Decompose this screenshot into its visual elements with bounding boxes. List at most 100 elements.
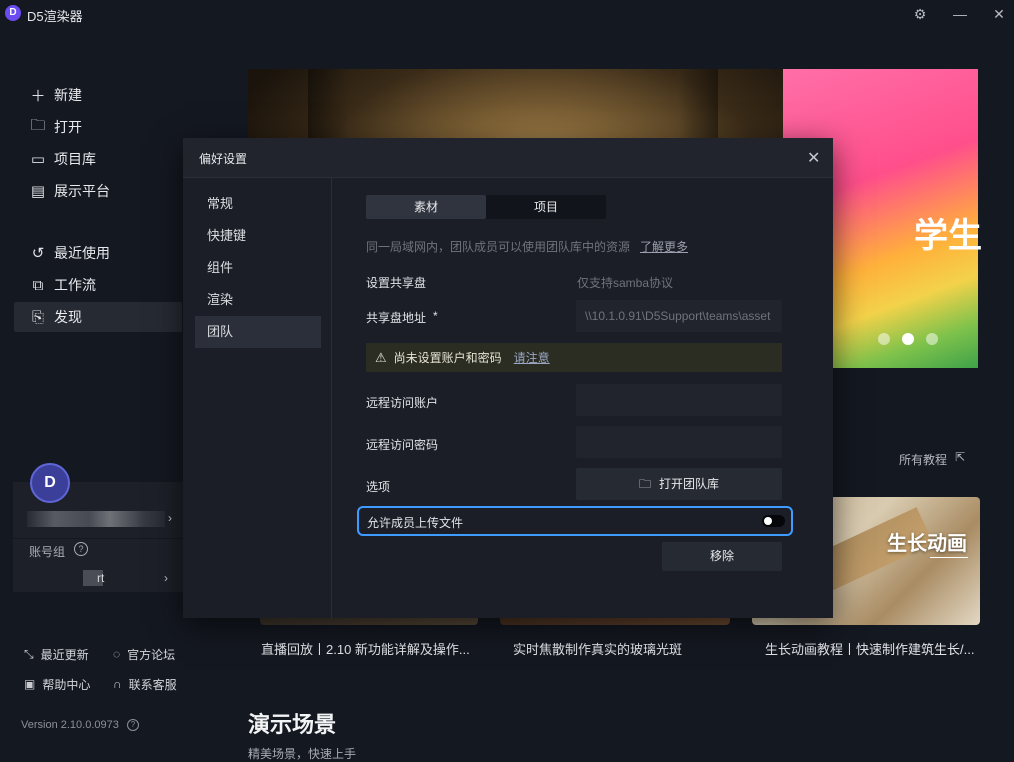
nav-workflow[interactable]: ⧉ 工作流: [14, 270, 182, 300]
remote-account-input[interactable]: [576, 384, 782, 416]
learn-more-link[interactable]: 了解更多: [640, 238, 688, 255]
app-title: D5渲染器: [27, 9, 83, 24]
avatar[interactable]: D: [30, 463, 70, 503]
gear-icon[interactable]: ⚙: [910, 4, 930, 24]
remote-account-label: 远程访问账户: [366, 396, 439, 410]
chevron-right-icon[interactable]: ›: [168, 511, 172, 525]
card-title-1[interactable]: 直播回放丨2.10 新功能详解及操作...: [261, 639, 470, 658]
nav-recent[interactable]: ↺ 最近使用: [14, 238, 182, 268]
help-circle-icon[interactable]: ?: [74, 542, 88, 556]
nav-label: 项目库: [54, 151, 96, 167]
button-label: 打开团队库: [659, 477, 720, 491]
share-address-value: \\10.1.0.91\D5Support\teams\asset: [585, 309, 771, 323]
display-icon: ▤: [30, 183, 46, 200]
options-label: 选项: [366, 480, 391, 494]
link-official-forum[interactable]: ◌ 官方论坛: [113, 644, 175, 664]
nav-label: 工作流: [54, 277, 96, 293]
link-label: 联系客服: [128, 677, 177, 692]
team-intro-text: 同一局域网内，团队成员可以使用团队库中的资源: [366, 240, 631, 254]
nav-showcase[interactable]: ▤ 展示平台: [14, 176, 182, 206]
open-team-library-button[interactable]: 🗀 打开团队库: [576, 468, 782, 500]
account-group-value: rt: [97, 571, 105, 585]
warning-link[interactable]: 请注意: [514, 349, 550, 366]
folder-icon: 🗀: [638, 477, 651, 491]
headset-icon: ∩: [113, 677, 122, 691]
version-text: Version 2.10.0.0973: [21, 719, 119, 731]
dialog-title: 偏好设置: [199, 152, 248, 166]
folder-icon: 🗀: [30, 116, 46, 134]
link-help-center[interactable]: ▣ 帮助中心: [24, 674, 90, 694]
history-icon: ↺: [31, 245, 45, 262]
nav-label: 展示平台: [54, 183, 110, 199]
preferences-sidebar: 常规 快捷键 组件 渲染 团队: [183, 178, 332, 618]
nav-label: 打开: [54, 119, 82, 135]
warning-text: 尚未设置账户和密码: [393, 351, 502, 365]
nav-project-library[interactable]: ▭ 项目库: [14, 144, 182, 174]
share-disk-label: 设置共享盘: [366, 276, 427, 290]
section-subtitle: 精美场景，快速上手: [248, 747, 357, 761]
required-mark: *: [433, 309, 438, 323]
pref-tab-shortcuts[interactable]: 快捷键: [195, 220, 321, 252]
nav-discover[interactable]: ⎘ 发现: [14, 302, 182, 332]
toggle-knob: [764, 517, 772, 525]
remove-button[interactable]: 移除: [662, 542, 782, 571]
carousel-dot-active[interactable]: [902, 333, 914, 345]
hero-banner-text: 学生: [914, 217, 982, 255]
tab-projects[interactable]: 项目: [486, 195, 606, 219]
app-logo-icon: D: [5, 5, 21, 21]
close-icon[interactable]: ✕: [807, 148, 820, 168]
divider: [930, 557, 968, 558]
external-link-icon[interactable]: ⇱: [955, 450, 965, 464]
nav-label: 最近使用: [54, 245, 110, 261]
share-address-input[interactable]: \\10.1.0.91\D5Support\teams\asset: [576, 300, 782, 332]
pref-tab-render[interactable]: 渲染: [195, 284, 321, 316]
share-address-label: 共享盘地址: [366, 311, 427, 325]
card-title-2[interactable]: 实时焦散制作真实的玻璃光斑: [513, 639, 682, 658]
allow-upload-label: 允许成员上传文件: [367, 516, 464, 530]
link-label: 帮助中心: [42, 677, 91, 692]
title-bar: D D5渲染器 ⚙ — ✕: [0, 0, 1014, 28]
link-label: 最近更新: [40, 647, 89, 662]
nav-label: 新建: [54, 87, 82, 103]
help-circle-icon[interactable]: ?: [127, 719, 139, 731]
warning-icon: ⚠: [375, 349, 387, 365]
allow-upload-toggle[interactable]: [762, 515, 785, 527]
section-title: 演示场景: [248, 712, 337, 737]
dialog-header: 偏好设置 ✕: [183, 138, 833, 178]
update-icon: ⤡: [24, 646, 34, 661]
workflow-icon: ⧉: [32, 276, 44, 294]
account-name-redacted: [27, 511, 165, 527]
pref-tab-team[interactable]: 团队: [195, 316, 321, 348]
remote-password-input[interactable]: [576, 426, 782, 458]
minimize-button[interactable]: —: [950, 4, 970, 24]
nav-label: 发现: [54, 309, 82, 325]
chevron-right-icon[interactable]: ›: [164, 571, 168, 585]
pref-tab-general[interactable]: 常规: [195, 188, 321, 220]
card-title-3[interactable]: 生长动画教程丨快速制作建筑生长/...: [765, 639, 974, 658]
warning-banner: ⚠ 尚未设置账户和密码 请注意: [366, 343, 782, 372]
remote-password-label: 远程访问密码: [366, 438, 439, 452]
nav-open[interactable]: 🗀 打开: [14, 112, 182, 142]
tab-assets[interactable]: 素材: [366, 195, 486, 219]
asset-project-tabs: 素材 项目: [366, 195, 606, 219]
help-doc-icon: ▣: [24, 677, 36, 691]
library-icon: ▭: [30, 151, 46, 168]
carousel-dot[interactable]: [878, 333, 890, 345]
preferences-dialog: 偏好设置 ✕ 常规 快捷键 组件 渲染 团队 素材 项目 同一局域网内，团队成员…: [183, 138, 833, 618]
account-group-label: 账号组: [29, 545, 66, 559]
window-close-button[interactable]: ✕: [989, 4, 1009, 24]
link-contact-support[interactable]: ∩ 联系客服: [113, 674, 177, 694]
pref-tab-components[interactable]: 组件: [195, 252, 321, 284]
share-disk-hint: 仅支持samba协议: [577, 276, 674, 290]
card-overlay-title: 生长动画: [887, 533, 967, 555]
nav-new[interactable]: ＋ 新建: [14, 80, 182, 110]
all-tutorials-link[interactable]: 所有教程: [899, 451, 947, 468]
link-recent-updates[interactable]: ⤡ 最近更新: [24, 644, 89, 664]
discover-icon: ⎘: [31, 308, 44, 326]
divider: [13, 538, 183, 539]
allow-upload-row: 允许成员上传文件: [357, 506, 793, 536]
link-label: 官方论坛: [127, 647, 176, 662]
plus-icon: ＋: [30, 87, 46, 105]
forum-icon: ◌: [113, 647, 121, 661]
carousel-dot[interactable]: [926, 333, 938, 345]
